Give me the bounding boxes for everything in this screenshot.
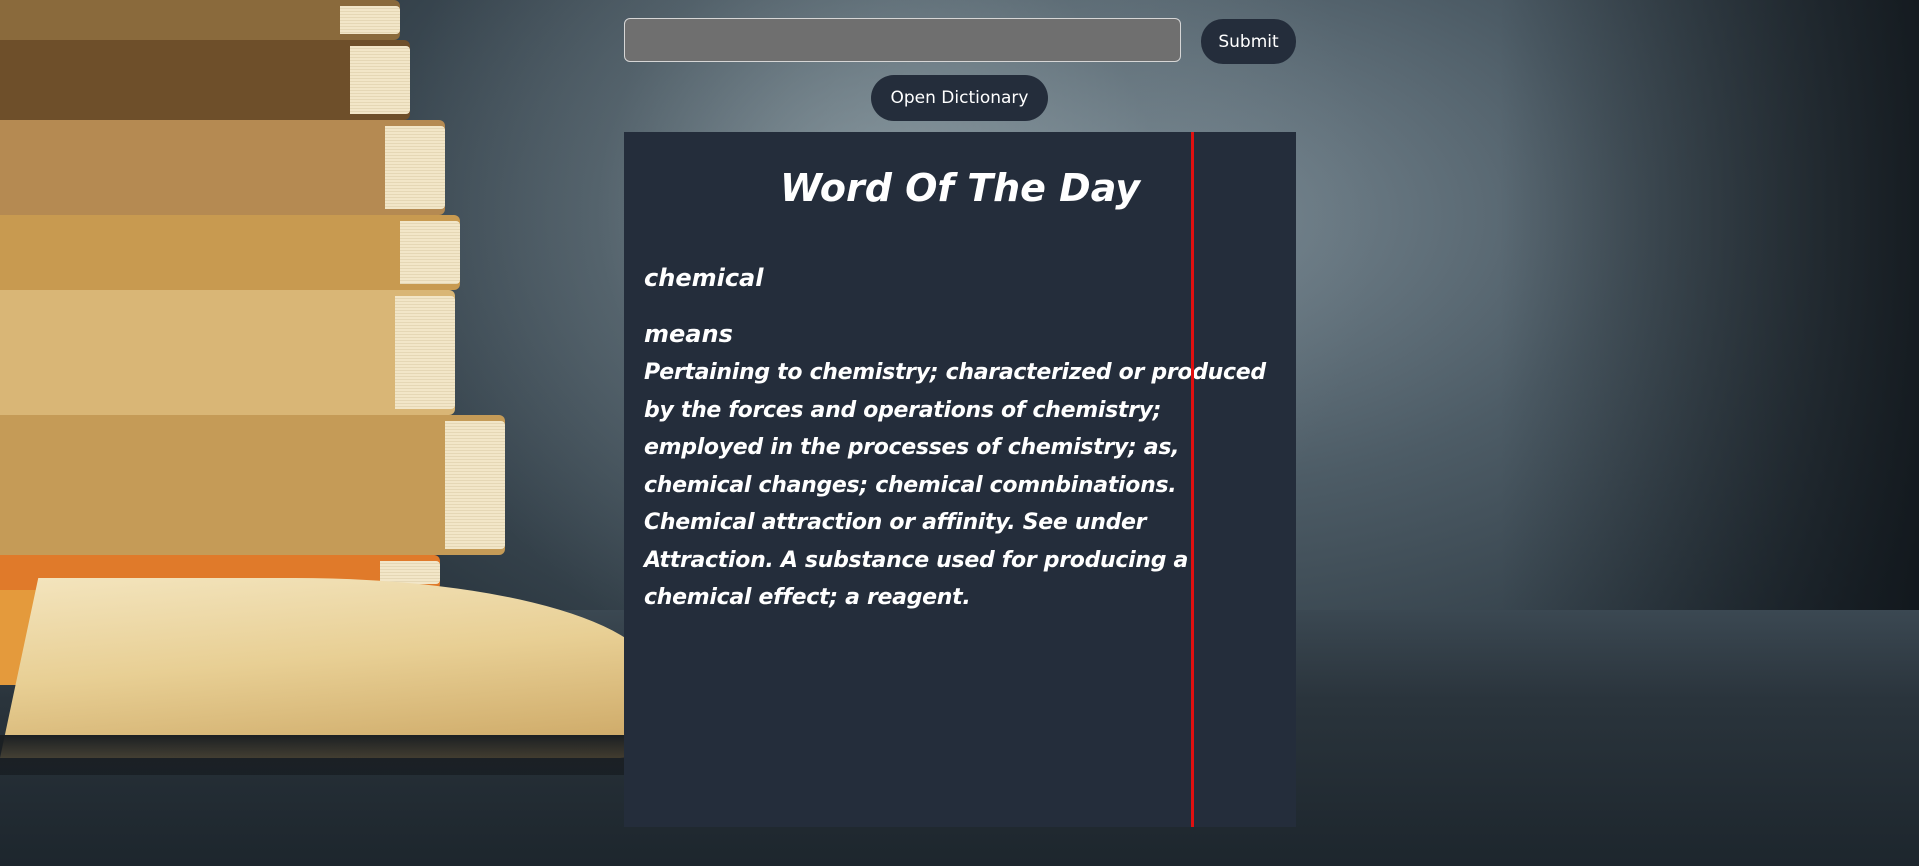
open-dictionary-button[interactable]: Open Dictionary: [871, 75, 1048, 121]
means-label: means: [644, 320, 733, 348]
app-root: Submit Open Dictionary Word Of The Day c…: [0, 0, 1919, 866]
background-book: [0, 215, 460, 290]
background-book: [0, 0, 400, 40]
background-book: [0, 415, 505, 555]
word-definition: Pertaining to chemistry; characterized o…: [644, 360, 1266, 610]
word-of-the-day-word: chemical: [644, 264, 764, 292]
background-book: [0, 290, 455, 415]
word-of-the-day-panel: Word Of The Day chemical means Pertainin…: [624, 132, 1296, 827]
background-book: [0, 120, 445, 215]
red-divider-line: [1191, 132, 1194, 827]
background-book: [0, 40, 410, 120]
submit-button[interactable]: Submit: [1201, 19, 1296, 64]
word-of-the-day-title: Word Of The Day: [780, 166, 1140, 210]
search-input[interactable]: [624, 18, 1181, 62]
